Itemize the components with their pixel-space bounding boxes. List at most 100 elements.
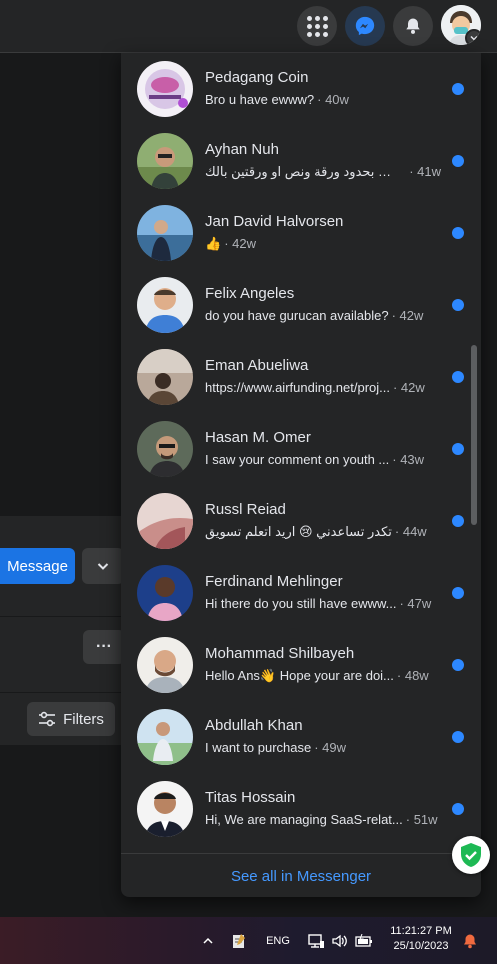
notepad-tray-button[interactable] bbox=[228, 917, 250, 964]
conversation-preview: Hi, We are managing SaaS-relat... bbox=[205, 812, 403, 827]
conversation-snippet: do you have gurucan available? · 42w bbox=[205, 308, 441, 323]
unread-indicator bbox=[452, 299, 464, 311]
conversation-snippet: I saw your comment on youth ... · 43w bbox=[205, 452, 441, 467]
conversation-preview: https://www.airfunding.net/proj... bbox=[205, 380, 390, 395]
filters-button[interactable]: Filters bbox=[27, 702, 115, 736]
avatar bbox=[137, 349, 193, 405]
conversation-item[interactable]: Ferdinand Mehlinger Hi there do you stil… bbox=[121, 557, 481, 629]
conversation-name: Abdullah Khan bbox=[205, 717, 303, 734]
top-navigation-bar bbox=[0, 0, 497, 53]
conversation-time: · 40w bbox=[317, 92, 349, 107]
unread-indicator bbox=[452, 731, 464, 743]
more-actions-button[interactable] bbox=[82, 548, 124, 584]
conversation-item[interactable]: Mohammad Shilbayeh Hello Ans👋 Hope your … bbox=[121, 629, 481, 701]
conversation-name: Russl Reiad bbox=[205, 501, 286, 518]
network-icon bbox=[308, 933, 324, 948]
conversation-snippet: Hi, We are managing SaaS-relat... · 51w bbox=[205, 812, 441, 827]
sliders-icon bbox=[39, 711, 56, 727]
battery-tray-button[interactable] bbox=[353, 917, 375, 964]
battery-charging-icon bbox=[355, 933, 372, 947]
conversation-preview: do you have gurucan available? bbox=[205, 308, 389, 323]
conversation-preview: يس بحدود ورقة ونص او ورقتين بالك... bbox=[205, 164, 406, 179]
messenger-button[interactable] bbox=[345, 6, 385, 46]
chevron-down-icon bbox=[465, 29, 481, 45]
avatar bbox=[137, 709, 193, 765]
conversation-snippet: يس بحدود ورقة ونص او ورقتين بالك... · 41… bbox=[205, 164, 441, 180]
unread-indicator bbox=[452, 443, 464, 455]
conversation-time: · 42w bbox=[392, 380, 425, 395]
unread-indicator bbox=[452, 227, 464, 239]
notification-bell-icon bbox=[464, 934, 476, 948]
menu-button[interactable] bbox=[297, 6, 337, 46]
conversation-time: · 43w bbox=[392, 452, 425, 467]
avatar bbox=[137, 565, 193, 621]
more-options-button[interactable]: ··· bbox=[83, 630, 125, 664]
show-hidden-icons-button[interactable] bbox=[198, 917, 218, 964]
conversation-name: Mohammad Shilbayeh bbox=[205, 645, 355, 662]
clock-date: 25/10/2023 bbox=[393, 940, 449, 952]
avatar bbox=[137, 637, 193, 693]
conversation-time: · 48w bbox=[396, 668, 429, 683]
security-extension-button[interactable] bbox=[452, 836, 490, 874]
avatar bbox=[137, 133, 193, 189]
notification-center-button[interactable] bbox=[459, 917, 481, 964]
conversation-snippet: 👍 · 42w bbox=[205, 236, 441, 252]
conversation-snippet: Hi there do you still have ewww... · 47w bbox=[205, 596, 441, 611]
messenger-icon bbox=[355, 16, 375, 36]
conversation-snippet: Bro u have ewww? · 40w bbox=[205, 92, 441, 107]
conversation-item[interactable]: Eman Abueliwa https://www.airfunding.net… bbox=[121, 341, 481, 413]
language-indicator[interactable]: ENG bbox=[262, 917, 294, 964]
chevron-up-icon bbox=[203, 937, 213, 944]
conversation-preview: Hello Ans👋 Hope your are doi... bbox=[205, 668, 394, 683]
volume-tray-button[interactable] bbox=[329, 917, 351, 964]
conversation-time: · 44w bbox=[394, 524, 427, 539]
speaker-icon bbox=[332, 934, 347, 947]
unread-indicator bbox=[452, 515, 464, 527]
dropdown-scrollbar[interactable] bbox=[471, 345, 477, 525]
conversation-item[interactable]: Russl Reiad تكدر تساعدني 😢 اريد اتعلم تس… bbox=[121, 485, 481, 557]
conversation-time: · 42w bbox=[391, 308, 424, 323]
filters-label: Filters bbox=[63, 710, 104, 728]
avatar bbox=[137, 781, 193, 837]
conversation-item[interactable]: Hasan M. Omer I saw your comment on yout… bbox=[121, 413, 481, 485]
conversation-name: Jan David Halvorsen bbox=[205, 213, 344, 230]
conversation-item[interactable]: Titas Hossain Hi, We are managing SaaS-r… bbox=[121, 773, 481, 845]
conversation-item[interactable]: Felix Angeles do you have gurucan availa… bbox=[121, 269, 481, 341]
conversation-name: Pedagang Coin bbox=[205, 69, 309, 86]
account-avatar-button[interactable] bbox=[441, 5, 481, 45]
conversation-time: · 42w bbox=[224, 236, 256, 251]
conversation-snippet: I want to purchase · 49w bbox=[205, 740, 441, 755]
conversation-item[interactable]: Ayhan Nuh يس بحدود ورقة ونص او ورقتين با… bbox=[121, 125, 481, 197]
unread-indicator bbox=[452, 371, 464, 383]
unread-indicator bbox=[452, 83, 464, 95]
avatar bbox=[137, 205, 193, 261]
windows-taskbar: ENG 11:21:27 PM 25/10/2023 bbox=[0, 917, 497, 964]
notifications-button[interactable] bbox=[393, 6, 433, 46]
conversation-name: Ferdinand Mehlinger bbox=[205, 573, 343, 590]
conversation-name: Titas Hossain bbox=[205, 789, 296, 806]
conversation-item[interactable]: Abdullah Khan I want to purchase · 49w bbox=[121, 701, 481, 773]
conversation-preview: 👍 bbox=[205, 236, 222, 251]
see-all-in-messenger-link[interactable]: See all in Messenger bbox=[121, 853, 481, 897]
avatar bbox=[137, 493, 193, 549]
unread-indicator bbox=[452, 587, 464, 599]
conversation-name: Ayhan Nuh bbox=[205, 141, 279, 158]
taskbar-clock[interactable]: 11:21:27 PM 25/10/2023 bbox=[384, 924, 458, 954]
bell-icon bbox=[406, 18, 420, 34]
clock-time: 11:21:27 PM bbox=[390, 925, 452, 937]
conversation-name: Eman Abueliwa bbox=[205, 357, 309, 374]
unread-indicator bbox=[452, 155, 464, 167]
shield-check-icon bbox=[461, 843, 481, 867]
network-tray-button[interactable] bbox=[305, 917, 327, 964]
conversation-snippet: https://www.airfunding.net/proj... · 42w bbox=[205, 380, 441, 395]
conversation-preview: Hi there do you still have ewww... bbox=[205, 596, 397, 611]
avatar bbox=[137, 61, 193, 117]
conversation-time: · 47w bbox=[399, 596, 432, 611]
conversation-preview: تكدر تساعدني 😢 اريد اتعلم تسويق bbox=[205, 524, 392, 539]
conversation-item[interactable]: Jan David Halvorsen 👍 · 42w bbox=[121, 197, 481, 269]
conversation-snippet: Hello Ans👋 Hope your are doi... · 48w bbox=[205, 668, 441, 684]
chevron-down-icon bbox=[97, 563, 109, 570]
avatar bbox=[137, 421, 193, 477]
message-button[interactable]: Message bbox=[0, 548, 75, 584]
conversation-item[interactable]: Pedagang Coin Bro u have ewww? · 40w bbox=[121, 53, 481, 125]
